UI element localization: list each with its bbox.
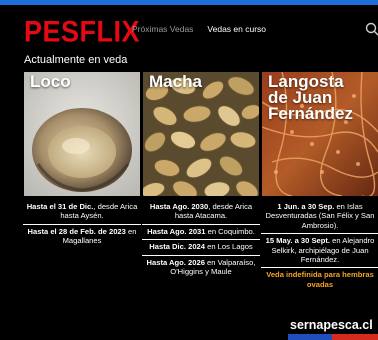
header: PESFLIX Próximas Vedas Vedas en curso xyxy=(0,5,378,48)
info-macha: Hasta Ago. 2030, desde Arica hasta Ataca… xyxy=(142,200,260,279)
list-item: 15 May. a 30 Sept. en Alejandro Selkirk,… xyxy=(261,234,378,269)
info-langosta: 1 Jun. a 30 Sep. en Islas Desventuradas … xyxy=(261,200,378,292)
langosta-image: Langosta de Juan Fernández xyxy=(262,72,378,196)
loco-image: Loco xyxy=(24,72,140,196)
flag-stripe-blue xyxy=(288,334,332,340)
search-icon xyxy=(365,22,378,36)
list-item: Hasta el 28 de Feb. de 2023 en Magallane… xyxy=(27,226,137,246)
list-item: Hasta el 31 de Dic., desde Arica hasta A… xyxy=(23,200,141,225)
section-title: Actualmente en veda xyxy=(24,54,128,66)
tab-proximas-vedas[interactable]: Próximas Vedas xyxy=(132,24,193,34)
list-item: Hasta Ago. 2031 en Coquimbo. xyxy=(142,225,260,241)
card-title-macha: Macha xyxy=(149,72,202,91)
list-item: 1 Jun. a 30 Sep. en Islas Desventuradas … xyxy=(261,200,378,235)
macha-image: Macha xyxy=(143,72,259,196)
search-button[interactable] xyxy=(365,22,378,36)
card-title-langosta: Langosta de Juan Fernández xyxy=(268,72,354,123)
list-item: Veda indefinida para hembras ovadas xyxy=(266,270,374,289)
flag-stripe-red xyxy=(332,334,378,340)
tab-vedas-en-curso[interactable]: Vedas en curso xyxy=(207,24,266,34)
card-langosta[interactable]: Langosta de Juan Fernández xyxy=(262,72,378,196)
card-loco[interactable]: Loco xyxy=(24,72,140,196)
nav-tabs: Próximas Vedas Vedas en curso xyxy=(132,24,266,34)
list-item: Hasta Ago. 2030, desde Arica hasta Ataca… xyxy=(142,200,260,225)
card-macha[interactable]: Macha xyxy=(143,72,259,196)
card-title-loco: Loco xyxy=(30,72,71,91)
site-url[interactable]: sernapesca.cl xyxy=(290,318,373,332)
list-item: Hasta Ago. 2026 en Valparaíso, O'Higgins… xyxy=(146,257,256,277)
list-item: Hasta Dic. 2024 en Los Lagos xyxy=(142,240,260,256)
pesflix-logo[interactable]: PESFLIX xyxy=(24,15,140,49)
info-loco: Hasta el 31 de Dic., desde Arica hasta A… xyxy=(23,200,141,249)
